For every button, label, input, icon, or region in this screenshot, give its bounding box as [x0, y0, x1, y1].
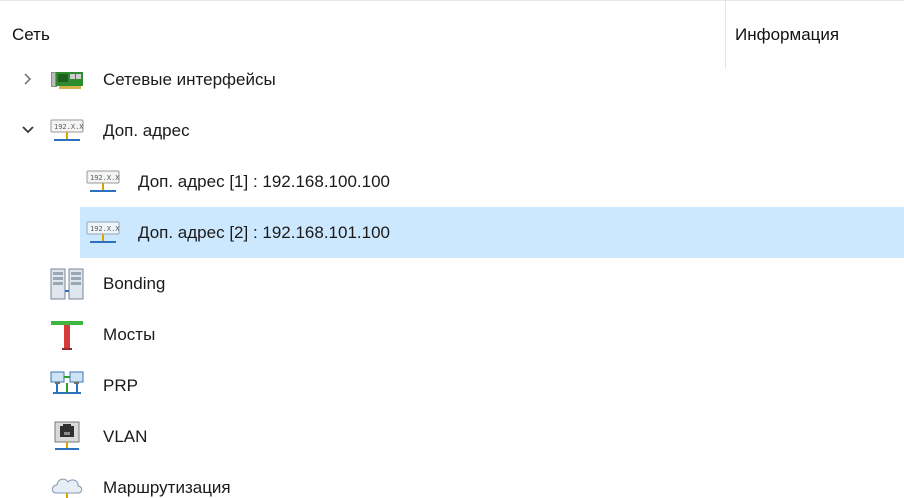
- tree-item-label: Доп. адрес: [103, 121, 190, 140]
- tree-item-routing[interactable]: Маршрутизация: [0, 462, 904, 498]
- prp-network-icon: [50, 371, 84, 394]
- tree-item-additional-address-1[interactable]: 192.X.X Доп. адрес [1] : 192.168.100.100: [0, 156, 904, 207]
- tree-item-label: Мосты: [103, 325, 156, 344]
- chevron-down-icon[interactable]: [20, 121, 36, 139]
- tree-item-bridges[interactable]: Мосты: [0, 309, 904, 360]
- vlan-port-icon: [54, 421, 80, 450]
- tree-item-label: VLAN: [103, 427, 148, 446]
- tree-item-label: Доп. адрес [2] : 192.168.101.100: [138, 223, 391, 242]
- chevron-right-icon[interactable]: [20, 70, 36, 88]
- ip-address-icon: 192.X.X: [86, 170, 120, 192]
- routing-cloud-icon: [51, 478, 83, 498]
- network-tree-view: Сеть Информация Сетевые интерфейсы 192.X…: [0, 0, 904, 498]
- tree-item-additional-address[interactable]: 192.X.X Доп. адрес: [0, 105, 904, 156]
- bonding-servers-icon: [50, 268, 84, 300]
- tree-item-label: Маршрутизация: [103, 478, 231, 497]
- bridge-icon: [51, 321, 83, 350]
- svg-text:192.X.X: 192.X.X: [54, 123, 84, 131]
- network-card-icon: [51, 72, 83, 89]
- svg-text:192.X.X: 192.X.X: [90, 225, 120, 233]
- tree-item-label: Доп. адрес [1] : 192.168.100.100: [138, 172, 391, 191]
- tree-item-label: Сетевые интерфейсы: [103, 70, 276, 89]
- tree-item-label: Bonding: [103, 274, 166, 293]
- tree-item-vlan[interactable]: VLAN: [0, 411, 904, 462]
- tree-item-additional-address-2[interactable]: 192.X.X Доп. адрес [2] : 192.168.101.100: [0, 207, 904, 258]
- svg-text:192.X.X: 192.X.X: [90, 174, 120, 182]
- ip-address-icon: 192.X.X: [86, 221, 120, 243]
- tree-item-prp[interactable]: PRP: [0, 360, 904, 411]
- ip-address-icon: 192.X.X: [50, 119, 84, 141]
- tree-item-bonding[interactable]: Bonding: [0, 258, 904, 309]
- tree-item-label: PRP: [103, 376, 138, 395]
- tree-item-network-interfaces[interactable]: Сетевые интерфейсы: [0, 54, 904, 105]
